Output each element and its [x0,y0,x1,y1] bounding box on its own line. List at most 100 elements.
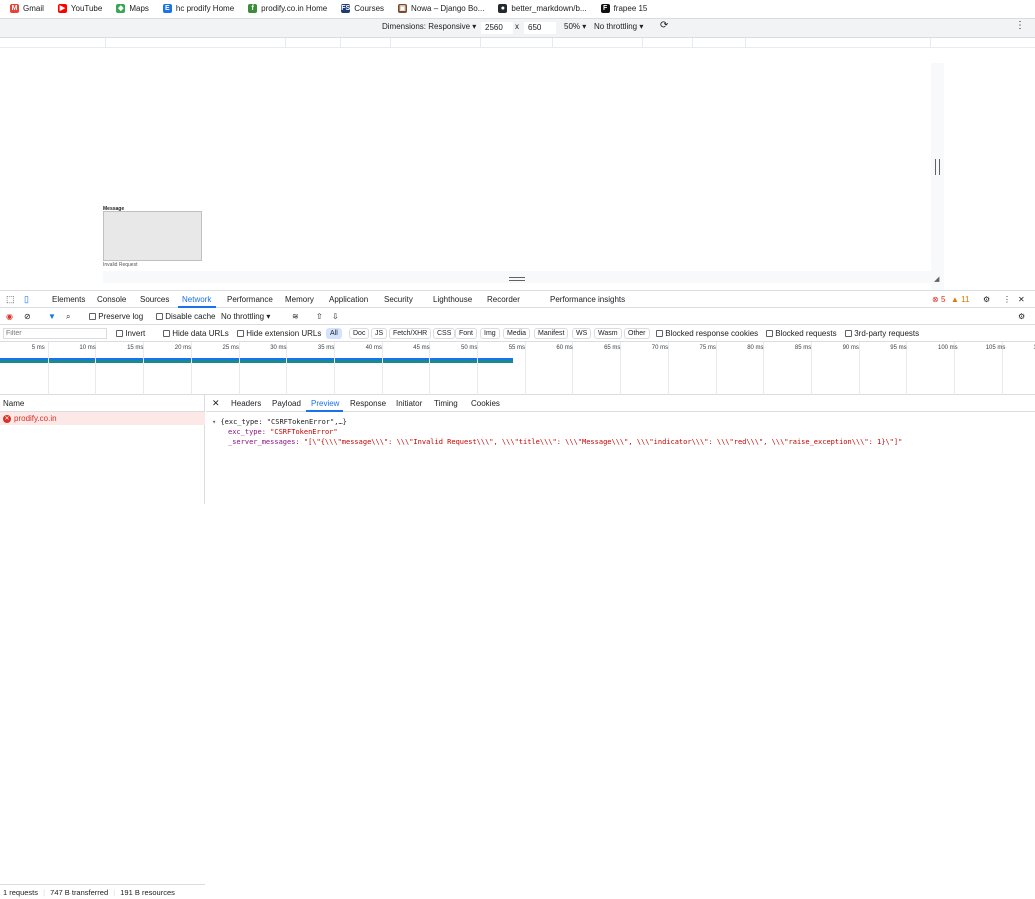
tab-network[interactable]: Network [182,295,211,304]
detail-tab-initiator[interactable]: Initiator [396,399,422,408]
tab-performance-insights[interactable]: Performance insights [550,295,625,304]
frappe-icon: F [600,3,610,13]
network-settings-icon[interactable]: ⚙ [1018,312,1025,321]
close-detail-icon[interactable]: ✕ [212,398,220,409]
blocked-requests-checkbox[interactable]: Blocked requests [766,329,837,338]
hide-data-urls-label: Hide data URLs [172,329,229,338]
bookmark-item[interactable]: f prodify.co.in Home [248,3,327,13]
preview-key-exc-type: exc_type: [228,428,271,436]
wifi-icon[interactable]: ≋ [292,312,299,321]
bookmark-item[interactable]: Ffrapee 15 [600,3,647,13]
bookmark-label: Nowa – Django Bo... [411,3,485,13]
bookmark-item[interactable]: M Gmail [10,3,44,13]
name-column-header[interactable]: Name [0,395,205,412]
upload-icon[interactable]: ⇧ [316,312,323,321]
invert-checkbox[interactable]: Invert [116,329,145,338]
height-input[interactable]: 650 [524,22,556,34]
zoom-label: 50% [564,22,581,31]
more-icon[interactable]: ⋮ [1003,295,1011,304]
throttle-dropdown[interactable]: No throttling ▾ [221,312,270,321]
request-detail-pane: ✕ Headers Payload Preview Response Initiator… [206,395,1035,504]
invert-label: Invert [125,329,146,338]
type-filter-wasm[interactable]: Wasm [594,328,622,339]
tab-elements[interactable]: Elements [52,295,85,304]
type-filter-manifest[interactable]: Manifest [534,328,569,339]
clear-icon[interactable]: ⊘ [24,312,31,321]
timeline-gridline [47,342,49,395]
blocked-cookies-checkbox[interactable]: Blocked response cookies [656,329,758,338]
media-query-bar[interactable] [0,38,1035,48]
tab-application[interactable]: Application [329,295,368,304]
filter-icon[interactable]: ▼ [48,312,56,321]
type-filter-all[interactable]: All [326,328,342,339]
type-filter-fetch-xhr[interactable]: Fetch/XHR [389,328,432,339]
request-row[interactable]: ✕ prodify.co.in [0,412,205,425]
rotate-icon[interactable]: ⟳ [660,20,668,31]
type-filter-js[interactable]: JS [371,328,388,339]
bookmark-item[interactable]: ● better_markdown/b... [498,3,587,13]
prodify-leaf-icon: f [248,3,258,13]
settings-icon[interactable]: ⚙ [983,295,990,304]
error-count[interactable]: ⊗ 5 [932,295,945,304]
third-party-checkbox[interactable]: 3rd-party requests [845,329,919,338]
detail-tab-timing[interactable]: Timing [434,399,458,408]
dimensions-label: Dimensions: Responsive [382,22,471,31]
record-icon[interactable]: ◉ [6,312,13,321]
disable-cache-checkbox[interactable]: Disable cache [156,312,215,321]
bookmark-item[interactable]: FS Courses [341,3,384,13]
type-filter-doc[interactable]: Doc [349,328,370,339]
bookmark-item[interactable]: Ehc prodify Home [162,3,234,13]
width-input[interactable]: 2560 [481,22,513,34]
preserve-log-checkbox[interactable]: Preserve log [89,312,143,321]
tab-console[interactable]: Console [97,295,126,304]
close-icon[interactable]: ✕ [1018,295,1025,304]
json-preview[interactable]: ▾ {exc_type: "CSRFTokenError",…} exc_type… [212,417,902,447]
tab-memory[interactable]: Memory [285,295,314,304]
tab-recorder[interactable]: Recorder [487,295,520,304]
timeline-tick: 90 ms [842,345,859,351]
detail-tab-payload[interactable]: Payload [272,399,301,408]
detail-tab-cookies[interactable]: Cookies [471,399,500,408]
tab-performance[interactable]: Performance [227,295,273,304]
search-icon[interactable]: ⌕ [66,312,70,322]
type-filter-css[interactable]: CSS [433,328,456,339]
detail-tab-headers[interactable]: Headers [231,399,261,408]
resize-handle-icon[interactable] [935,159,940,175]
tab-sources[interactable]: Sources [140,295,169,304]
gmail-icon: M [10,3,19,13]
resize-handle-bottom-icon[interactable] [509,277,525,281]
bookmark-item[interactable]: ▣ Nowa – Django Bo... [398,3,485,13]
timeline-tick: 20 ms [174,345,192,351]
timeline-tick: 70 ms [651,345,669,351]
preview-root[interactable]: ▾ {exc_type: "CSRFTokenError",…} [212,417,902,427]
filter-input[interactable] [3,328,107,339]
download-icon[interactable]: ⇩ [332,312,339,321]
tab-lighthouse[interactable]: Lighthouse [433,295,472,304]
warning-count[interactable]: ▲ 11 [951,295,969,304]
dimensions-dropdown[interactable]: Dimensions: Responsive ▾ [382,22,476,31]
type-filter-other[interactable]: Other [624,328,650,339]
device-toggle-icon[interactable]: ▯ [24,294,29,305]
github-icon: ● [498,3,508,13]
type-filter-font[interactable]: Font [455,328,478,339]
inspect-icon[interactable]: ⬚ [6,294,15,305]
detail-tab-preview[interactable]: Preview [311,399,339,408]
hide-extension-urls-checkbox[interactable]: Hide extension URLs [237,329,321,338]
timeline-tick: 55 ms [508,345,526,351]
maps-icon: ◆ [116,3,126,13]
devtools-tab-bar: ⬚ ▯ Elements Console Sources Network Perform… [0,290,1035,308]
hide-data-urls-checkbox[interactable]: Hide data URLs [163,329,229,338]
tab-security[interactable]: Security [384,295,413,304]
device-throttle-dropdown[interactable]: No throttling ▾ [594,22,643,31]
bookmark-item[interactable]: ▶ YouTube [57,3,102,13]
detail-tab-response[interactable]: Response [350,399,386,408]
type-filter-media[interactable]: Media [503,328,531,339]
disable-cache-label: Disable cache [165,312,216,321]
more-options-icon[interactable]: ⋮ [1015,20,1025,31]
zoom-dropdown[interactable]: 50% ▾ [564,22,586,31]
bookmark-item[interactable]: ◆ Maps [116,3,149,13]
corner-resize-icon[interactable]: ◢ [934,275,939,283]
type-filter-ws[interactable]: WS [572,328,592,339]
type-filter-img[interactable]: Img [480,328,500,339]
timeline-overview[interactable]: 5 ms 10 ms 15 ms 20 ms 25 ms 30 ms 35 ms 40 ms 4… [0,342,1035,395]
